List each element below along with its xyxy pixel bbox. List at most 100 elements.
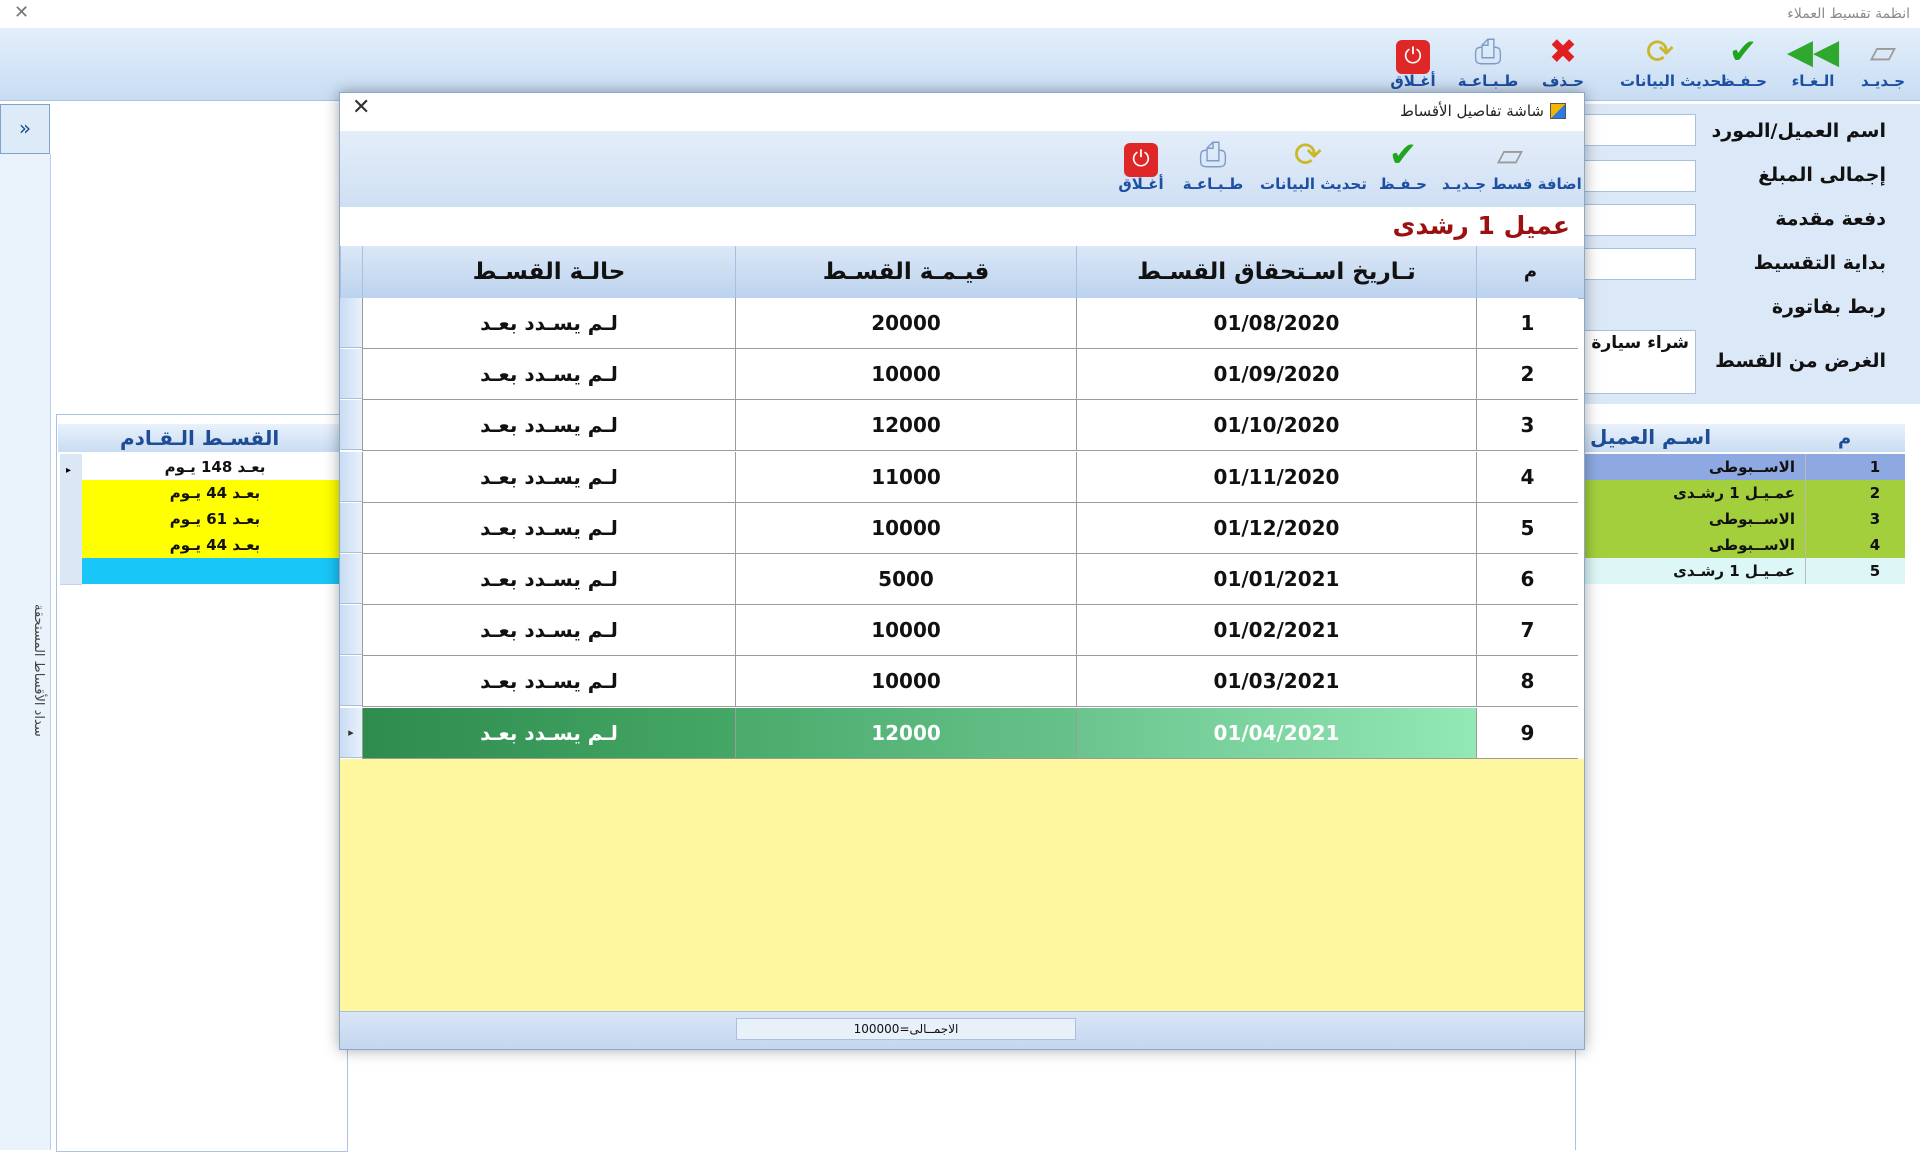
installment-status[interactable]: لـم يسـدد بعـد [362, 554, 735, 605]
next-installment-row-header[interactable] [60, 558, 82, 585]
installment-status[interactable]: لـم يسـدد بعـد [362, 605, 735, 657]
installment-number[interactable]: 4 [1476, 451, 1578, 503]
installment-row[interactable]: لـم يسـدد بعـد 10000 01/02/2021 7 [340, 605, 1584, 657]
installment-row[interactable]: ▸ لـم يسـدد بعـد 12000 01/04/2021 9 [340, 707, 1584, 759]
next-installment-row-header[interactable] [60, 506, 82, 533]
main-delete-button[interactable]: ✖ حـذف [1530, 32, 1596, 98]
dialog-print-button[interactable]: ⎙ طـبـاعـة [1180, 135, 1246, 201]
installment-row[interactable]: لـم يسـدد بعـد 20000 01/08/2020 1 [340, 298, 1584, 349]
installment-status[interactable]: لـم يسـدد بعـد [362, 502, 735, 554]
add-installment-button[interactable]: ▱ اضافة قسط جـديـد [1442, 135, 1582, 201]
installment-date[interactable]: 01/04/2021 [1076, 707, 1476, 759]
installment-value[interactable]: 10000 [735, 656, 1076, 708]
installment-value[interactable]: 10000 [735, 502, 1076, 554]
installment-row[interactable]: لـم يسـدد بعـد 12000 01/10/2020 3 [340, 400, 1584, 452]
customer-row[interactable]: عمـيـل 1 رشـدى 5 [1575, 558, 1905, 584]
installment-date[interactable]: 01/01/2021 [1076, 554, 1476, 605]
installment-number[interactable]: 8 [1476, 656, 1578, 708]
main-refresh-button[interactable]: ⟳ تحديث البيانات [1620, 32, 1727, 98]
row-header[interactable] [340, 554, 362, 604]
dialog-save-button[interactable]: ✔ حـفـظ [1370, 135, 1436, 201]
next-installment-row-header[interactable]: ▸ [60, 454, 82, 481]
installment-date[interactable]: 01/10/2020 [1076, 400, 1476, 452]
dialog-close-icon[interactable]: ✕ [352, 95, 370, 120]
installment-value[interactable]: 10000 [735, 605, 1076, 657]
installment-status[interactable]: لـم يسـدد بعـد [362, 656, 735, 708]
installment-date[interactable]: 01/02/2021 [1076, 605, 1476, 657]
installment-date[interactable]: 01/11/2020 [1076, 451, 1476, 503]
row-header[interactable]: ▸ [340, 707, 362, 758]
installment-number[interactable]: 6 [1476, 554, 1578, 605]
start-date-field[interactable] [1580, 248, 1696, 280]
installment-number[interactable]: 5 [1476, 502, 1578, 554]
next-installment-cell[interactable]: بعـد 44 يـوم [82, 480, 348, 506]
installment-number[interactable]: 9 [1476, 707, 1578, 759]
refresh-icon: ⟳ [1293, 135, 1323, 175]
next-installment-cell[interactable] [82, 558, 348, 584]
installment-status[interactable]: لـم يسـدد بعـد [362, 400, 735, 452]
main-close-button[interactable]: ⏻ أغـلاق [1380, 32, 1446, 98]
row-header[interactable] [340, 605, 362, 656]
column-header-date[interactable]: تـاريخ اسـتحقاق القسـط [1076, 246, 1476, 298]
installment-number[interactable]: 7 [1476, 605, 1578, 657]
refresh-icon: ⟳ [1645, 32, 1675, 72]
installment-number[interactable]: 3 [1476, 400, 1578, 452]
row-header[interactable] [340, 349, 362, 400]
row-header[interactable] [340, 451, 362, 502]
column-separator [1805, 558, 1806, 584]
installment-row[interactable]: لـم يسـدد بعـد 10000 01/03/2021 8 [340, 656, 1584, 708]
installment-row[interactable]: لـم يسـدد بعـد 10000 01/09/2020 2 [340, 349, 1584, 401]
installment-value[interactable]: 10000 [735, 349, 1076, 401]
installment-date[interactable]: 01/03/2021 [1076, 656, 1476, 708]
next-installment-cell[interactable]: بعـد 148 يـوم [82, 454, 348, 480]
next-installment-row-header[interactable] [60, 532, 82, 559]
installment-number[interactable]: 2 [1476, 349, 1578, 401]
installment-row[interactable]: لـم يسـدد بعـد 11000 01/11/2020 4 [340, 451, 1584, 503]
customer-field[interactable] [1580, 114, 1696, 146]
customer-row-name: الاســبوطى [1708, 458, 1795, 476]
row-header[interactable] [340, 298, 362, 348]
installment-status[interactable]: لـم يسـدد بعـد [362, 707, 735, 759]
main-toolbar: ▱ جـديـد ◀◀ الـغـاء ✔ حـفـظ ⟳ تحديث البي… [0, 28, 1920, 101]
next-installment-cell[interactable]: بعـد 61 يـوم [82, 506, 348, 532]
main-print-button[interactable]: ⎙ طـبـاعـة [1455, 32, 1521, 98]
installment-status[interactable]: لـم يسـدد بعـد [362, 349, 735, 401]
side-panel-label[interactable]: سداد الأقساط المستحقة [6, 600, 46, 740]
installment-status[interactable]: لـم يسـدد بعـد [362, 451, 735, 503]
down-payment-field[interactable] [1580, 204, 1696, 236]
installment-value[interactable]: 11000 [735, 451, 1076, 503]
installment-date[interactable]: 01/12/2020 [1076, 502, 1476, 554]
main-undo-button[interactable]: ◀◀ الـغـاء [1780, 32, 1846, 98]
row-header[interactable] [340, 400, 362, 451]
installment-date[interactable]: 01/09/2020 [1076, 349, 1476, 401]
side-collapse-button[interactable]: » [0, 104, 50, 154]
customer-row[interactable]: الاســبوطى 1 [1575, 454, 1905, 480]
column-header-status[interactable]: حالـة القسـط [362, 246, 735, 298]
installment-date[interactable]: 01/08/2020 [1076, 298, 1476, 349]
purpose-field[interactable]: شراء سيارة [1580, 330, 1696, 394]
total-readout: الاجمــالى=100000 [736, 1018, 1076, 1040]
installment-value[interactable]: 5000 [735, 554, 1076, 605]
column-header-value[interactable]: قيـمـة القسـط [735, 246, 1076, 298]
installment-number[interactable]: 1 [1476, 298, 1578, 349]
next-installment-row-header[interactable] [60, 480, 82, 507]
installment-row[interactable]: لـم يسـدد بعـد 10000 01/12/2020 5 [340, 502, 1584, 554]
row-header[interactable] [340, 656, 362, 707]
installment-status[interactable]: لـم يسـدد بعـد [362, 298, 735, 349]
customer-row[interactable]: الاســبوطى 4 [1575, 532, 1905, 558]
dialog-refresh-button[interactable]: ⟳ تحديث البيانات [1260, 135, 1367, 201]
installment-value[interactable]: 12000 [735, 707, 1076, 759]
customer-row-number: 1 [1869, 458, 1881, 476]
next-installment-cell[interactable]: بعـد 44 يـوم [82, 532, 348, 558]
main-new-button[interactable]: ▱ جـديـد [1850, 32, 1916, 98]
installment-row[interactable]: لـم يسـدد بعـد 5000 01/01/2021 6 [340, 554, 1584, 605]
customer-row[interactable]: الاســبوطى 3 [1575, 506, 1905, 532]
installment-value[interactable]: 12000 [735, 400, 1076, 452]
customer-row[interactable]: عمـيـل 1 رشـدى 2 [1575, 480, 1905, 506]
installment-value[interactable]: 20000 [735, 298, 1076, 349]
column-header-num[interactable]: م [1476, 246, 1584, 298]
row-header[interactable] [340, 502, 362, 553]
app-close-icon[interactable]: ✕ [14, 2, 29, 23]
total-field[interactable] [1580, 160, 1696, 192]
dialog-close-button[interactable]: ⏻ أغـلاق [1108, 135, 1174, 201]
